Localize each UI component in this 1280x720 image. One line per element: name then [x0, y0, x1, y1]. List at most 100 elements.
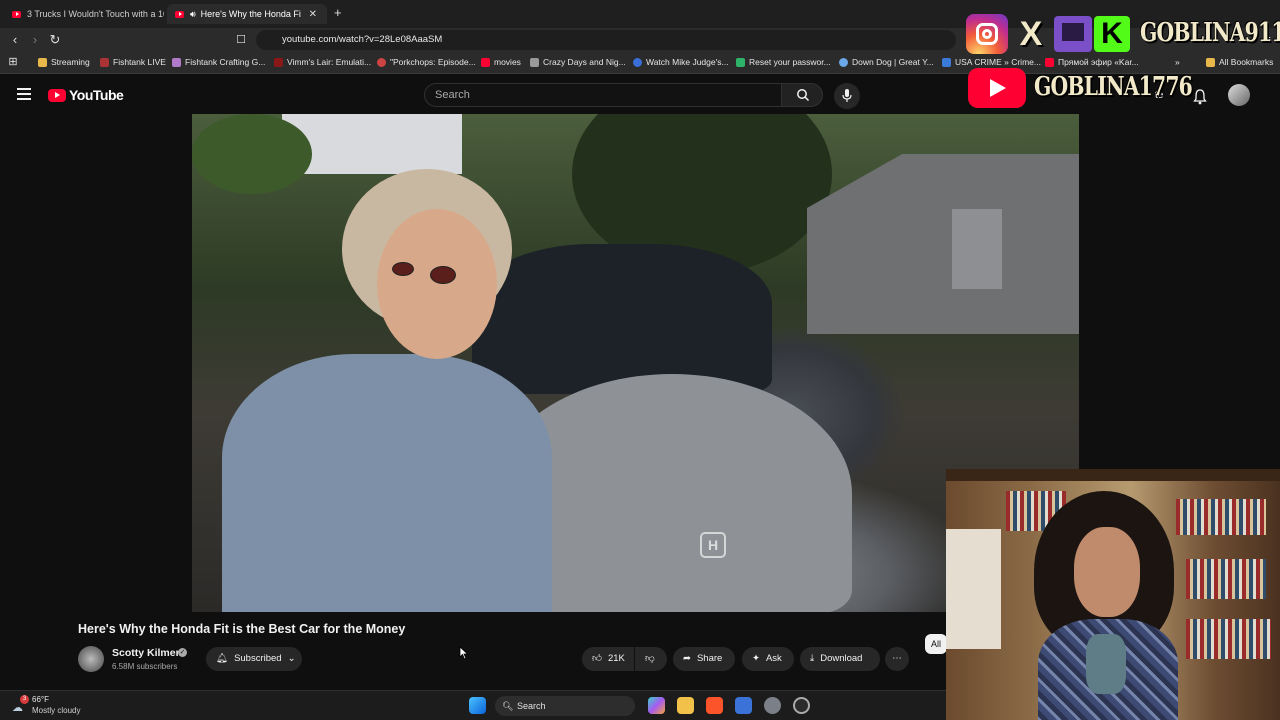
bookmark-item[interactable]: Vimm's Lair: Emulati...: [274, 57, 371, 67]
hamburger-menu-icon[interactable]: [17, 88, 31, 100]
webcam-overlay: [946, 469, 1280, 720]
chevron-down-icon: ⌄: [287, 653, 296, 664]
dislike-button[interactable]: 👎︎: [635, 647, 667, 671]
youtube-favicon-icon: [12, 10, 21, 18]
folder-icon: [38, 57, 47, 67]
site-icon: [100, 57, 109, 67]
bookmark-item[interactable]: Fishtank LIVE: [100, 57, 166, 67]
search-placeholder: Search: [435, 89, 470, 101]
reload-icon[interactable]: ↻: [46, 31, 64, 49]
verified-icon: ✓: [178, 648, 187, 657]
tab-title: Here's Why the Honda Fit is: [200, 9, 301, 19]
bookmark-item[interactable]: Crazy Days and Nig...: [530, 57, 626, 67]
tab-title: 3 Trucks I Wouldn't Touch with a 10 F: [27, 9, 164, 19]
windows-start-icon[interactable]: [469, 697, 486, 714]
webcam-scene: [1186, 559, 1266, 599]
bookmark-icon[interactable]: ☐: [232, 31, 250, 49]
webcam-scene: [1176, 499, 1266, 535]
notepad-icon[interactable]: [735, 697, 752, 714]
site-icon: [172, 57, 181, 67]
kick-icon: K: [1094, 16, 1130, 52]
instagram-icon: [966, 14, 1008, 54]
windows-taskbar: ☁︎ 3 66°F Mostly cloudy 🔍︎ Search: [0, 690, 946, 720]
url-text: youtube.com/watch?v=28Le08AaaSM: [282, 34, 443, 45]
filter-chip-all[interactable]: All: [925, 634, 947, 654]
thumbs-down-icon: 👎︎: [645, 653, 655, 664]
back-arrow-icon[interactable]: ‹: [6, 31, 24, 49]
site-icon: [274, 57, 283, 67]
site-icon: [530, 57, 539, 67]
ask-button[interactable]: ✦ Ask: [742, 647, 794, 671]
video-scene: [952, 209, 1002, 289]
video-scene: [472, 244, 772, 394]
channel-avatar[interactable]: [78, 646, 104, 672]
apps-grid-icon[interactable]: ⊞: [4, 53, 22, 71]
youtube-logo-text: YouTube: [69, 87, 124, 103]
more-icon: ⋯: [892, 653, 902, 664]
taskbar-search[interactable]: 🔍︎ Search: [495, 696, 635, 716]
share-button[interactable]: ➦ Share: [673, 647, 735, 671]
temperature: 66°F: [32, 695, 49, 704]
x-icon: X: [1019, 15, 1043, 53]
site-icon: [377, 57, 386, 67]
bookmark-item[interactable]: Streaming: [38, 57, 90, 67]
address-bar[interactable]: youtube.com/watch?v=28Le08AaaSM: [256, 30, 956, 50]
file-explorer-icon[interactable]: [677, 697, 694, 714]
site-icon: [942, 57, 951, 67]
youtube-icon: [481, 57, 490, 67]
youtube-favicon-icon: [175, 10, 184, 18]
subscribed-button[interactable]: 🔔︎ Subscribed ⌄: [206, 647, 302, 671]
video-scene: [192, 114, 312, 194]
bookmark-item[interactable]: Down Dog | Great Y...: [839, 57, 934, 67]
close-icon[interactable]: ✕: [309, 9, 317, 20]
obs-icon[interactable]: [793, 697, 810, 714]
video-scene: [377, 209, 497, 359]
webcam-scene: [1086, 634, 1126, 694]
search-input[interactable]: Search: [424, 83, 782, 107]
browser-tab[interactable]: 3 Trucks I Wouldn't Touch with a 10 F: [4, 4, 164, 24]
bookmark-item[interactable]: Watch Mike Judge's...: [633, 57, 729, 67]
site-icon: [633, 57, 642, 67]
bookmark-item[interactable]: Reset your passwor...: [736, 57, 831, 67]
settings-gear-icon[interactable]: [764, 697, 781, 714]
webcam-scene: [946, 529, 1001, 649]
video-title: Here's Why the Honda Fit is the Best Car…: [78, 622, 406, 636]
brave-browser-icon[interactable]: [706, 697, 723, 714]
forward-arrow-icon[interactable]: ›: [26, 31, 44, 49]
like-count: 21K: [607, 653, 625, 664]
youtube-logo[interactable]: YouTube: [48, 87, 124, 103]
channel-name[interactable]: Scotty Kilmer: [112, 647, 180, 659]
more-actions-button[interactable]: ⋯: [885, 647, 909, 671]
video-scene: [392, 262, 414, 276]
search-icon: 🔍︎: [502, 701, 514, 711]
bookmark-item[interactable]: "Porkchops: Episode...: [377, 57, 476, 67]
youtube-icon: [968, 68, 1026, 108]
social-handle: GOBLINA1776: [1034, 72, 1193, 102]
copilot-icon[interactable]: [648, 697, 665, 714]
bookmark-item[interactable]: movies: [481, 57, 521, 67]
site-icon: [736, 57, 745, 67]
share-label: Share: [696, 653, 723, 664]
download-button[interactable]: ⤓ Download: [800, 647, 880, 671]
browser-tab-active[interactable]: 🔊︎ Here's Why the Honda Fit is ✕: [167, 4, 327, 24]
bell-icon: 🔔︎: [216, 653, 229, 664]
social-handle: GOBLINA911: [1140, 18, 1280, 48]
search-icon: [797, 89, 810, 102]
voice-search-button[interactable]: [834, 83, 860, 109]
webcam-scene: [1186, 619, 1271, 659]
share-icon: ➦: [683, 653, 691, 664]
thumbs-up-icon: 👍︎: [592, 653, 602, 664]
subscriber-count: 6.58M subscribers: [112, 662, 178, 671]
search-button[interactable]: [781, 83, 823, 107]
twitch-icon: [1054, 16, 1092, 52]
sparkle-icon: ✦: [752, 653, 760, 664]
plus-icon[interactable]: +: [334, 5, 342, 20]
youtube-play-icon: [48, 88, 66, 102]
like-button[interactable]: 👍︎ 21K: [582, 647, 634, 671]
download-icon: ⤓: [810, 653, 815, 664]
webcam-scene: [946, 469, 1280, 481]
bookmark-item[interactable]: Fishtank Crafting G...: [172, 57, 265, 67]
download-label: Download: [820, 653, 863, 664]
ask-label: Ask: [765, 653, 782, 664]
video-scene: [430, 266, 456, 284]
